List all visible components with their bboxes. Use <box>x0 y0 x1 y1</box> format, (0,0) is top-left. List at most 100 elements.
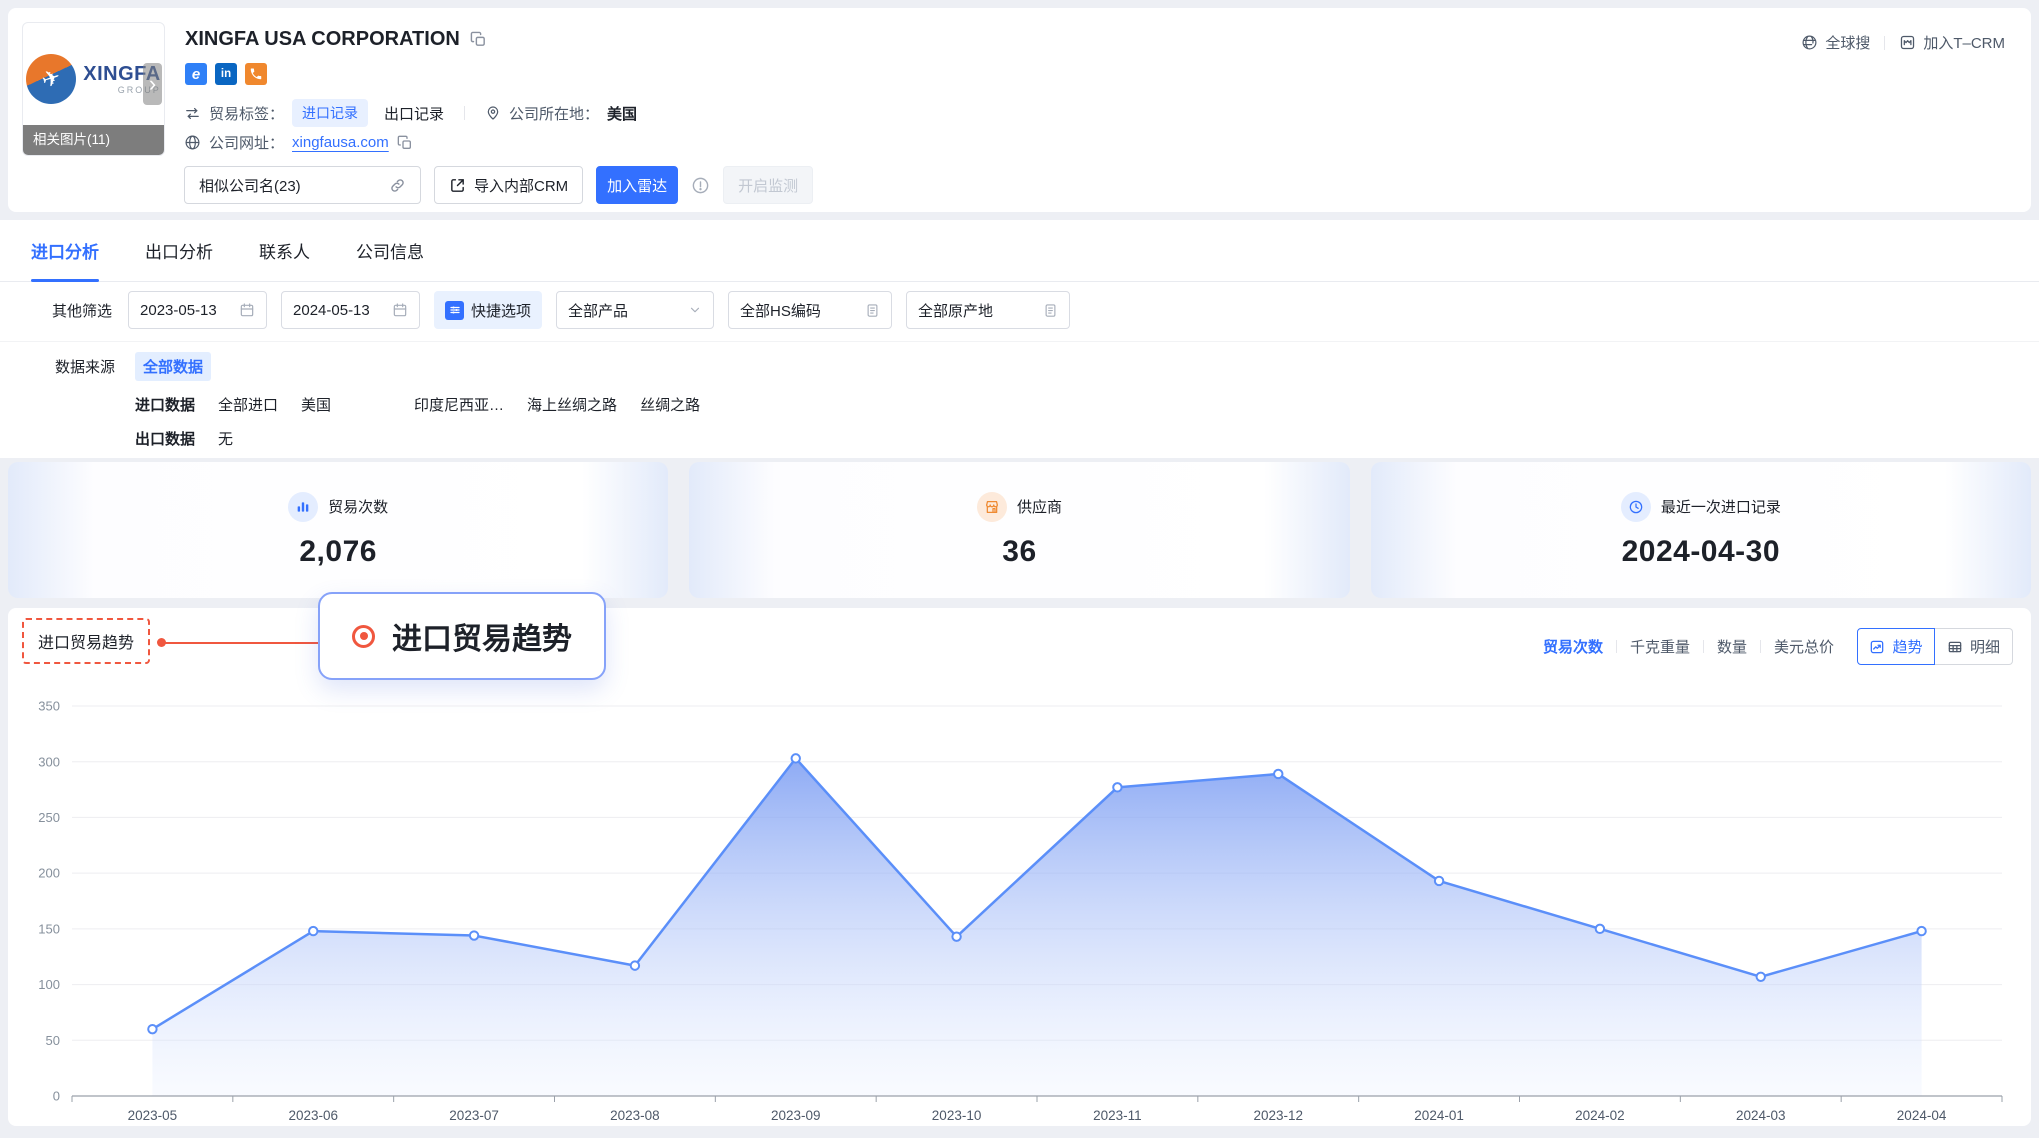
tab-bar: 进口分析 出口分析 联系人 公司信息 <box>0 220 2039 282</box>
tab-contacts[interactable]: 联系人 <box>259 220 310 281</box>
date-from-value: 2023-05-13 <box>140 302 217 319</box>
document-list-icon <box>865 303 880 318</box>
import-source-item[interactable]: 丝绸之路 <box>640 394 700 415</box>
callout-title: 进口贸易趋势 <box>392 614 572 658</box>
similar-companies-label: 相似公司名(23) <box>199 175 301 196</box>
data-source-label: 数据来源 <box>55 356 135 377</box>
trade-tags-label: 贸易标签： <box>209 103 284 124</box>
metric-usd-total[interactable]: 美元总价 <box>1774 636 1834 657</box>
import-source-item[interactable]: 全部进口 <box>218 394 278 415</box>
join-tcrm-button[interactable]: 加入T–CRM <box>1899 32 2005 53</box>
trend-area-chart[interactable]: 0501001502002503003502023-052023-062023-… <box>14 694 2024 1122</box>
phone-icon[interactable] <box>245 63 267 85</box>
stat-last-import-card: 最近一次进口记录 2024-04-30 <box>1371 462 2031 598</box>
start-monitor-label: 开启监测 <box>738 175 798 196</box>
svg-text:350: 350 <box>38 699 60 714</box>
location-label: 公司所在地： <box>509 103 599 124</box>
svg-text:2023-11: 2023-11 <box>1093 1108 1142 1122</box>
import-icon <box>449 177 466 194</box>
tab-company-info[interactable]: 公司信息 <box>356 220 424 281</box>
stat-value: 2024-04-30 <box>1622 535 1780 569</box>
tab-import-analysis[interactable]: 进口分析 <box>31 220 99 281</box>
svg-text:2023-05: 2023-05 <box>128 1108 178 1122</box>
svg-text:2023-08: 2023-08 <box>610 1108 660 1122</box>
trend-callout: 进口贸易趋势 <box>318 592 606 680</box>
filter-row: 其他筛选 2023-05-13 2024-05-13 快捷选项 全部产品 <box>0 291 2039 329</box>
add-radar-button[interactable]: 加入雷达 <box>596 166 678 204</box>
company-name: XINGFA USA CORPORATION <box>185 28 460 51</box>
view-trend-button[interactable]: 趋势 <box>1857 628 1935 665</box>
origin-select[interactable]: 全部原产地 <box>906 291 1070 329</box>
copy-icon[interactable] <box>470 31 487 48</box>
location-value: 美国 <box>607 103 637 124</box>
stat-value: 36 <box>1002 535 1036 569</box>
stat-header: 供应商 <box>977 492 1062 522</box>
clock-icon <box>1621 492 1651 522</box>
hs-code-select[interactable]: 全部HS编码 <box>728 291 892 329</box>
company-title-row: XINGFA USA CORPORATION <box>185 28 487 51</box>
export-source-value: 无 <box>218 428 233 449</box>
trend-title-label: 进口贸易趋势 <box>38 635 134 652</box>
divider <box>0 341 2039 342</box>
metric-kg-weight[interactable]: 千克重量 <box>1630 636 1690 657</box>
quick-options-button[interactable]: 快捷选项 <box>434 291 542 329</box>
svg-text:50: 50 <box>46 1033 60 1048</box>
stat-label: 供应商 <box>1017 496 1062 517</box>
linkedin-icon[interactable]: in <box>215 63 237 85</box>
svg-text:0: 0 <box>53 1089 60 1104</box>
bar-chart-icon <box>288 492 318 522</box>
chevron-down-icon <box>688 303 702 317</box>
svg-text:2023-10: 2023-10 <box>932 1108 982 1122</box>
stat-label: 贸易次数 <box>328 496 388 517</box>
product-select[interactable]: 全部产品 <box>556 291 714 329</box>
import-source-item[interactable]: 印度尼西亚… <box>414 394 504 415</box>
view-toggle-group: 趋势 明细 <box>1857 628 2013 665</box>
date-to-input[interactable]: 2024-05-13 <box>281 291 420 329</box>
svg-text:300: 300 <box>38 754 60 769</box>
svg-text:2023-09: 2023-09 <box>771 1108 821 1122</box>
stat-header: 最近一次进口记录 <box>1621 492 1781 522</box>
header-actions: 相似公司名(23) 导入内部CRM 加入雷达 开启监测 <box>184 166 813 204</box>
globe-search-icon <box>1801 34 1818 51</box>
product-select-value: 全部产品 <box>568 300 628 321</box>
date-from-input[interactable]: 2023-05-13 <box>128 291 267 329</box>
website-link[interactable]: xingfausa.com <box>292 134 389 151</box>
tab-export-analysis[interactable]: 出口分析 <box>145 220 213 281</box>
copy-icon[interactable] <box>397 135 413 151</box>
similar-companies-button[interactable]: 相似公司名(23) <box>184 166 421 204</box>
website-label: 公司网址： <box>209 132 284 153</box>
svg-text:150: 150 <box>38 921 60 936</box>
calendar-icon <box>392 302 408 318</box>
document-list-icon <box>1043 303 1058 318</box>
info-icon[interactable] <box>691 176 710 195</box>
metric-trade-count[interactable]: 贸易次数 <box>1543 636 1603 657</box>
website-row: 公司网址： xingfausa.com <box>184 132 413 153</box>
import-source-item[interactable]: 海上丝绸之路 <box>527 394 617 415</box>
divider <box>1884 36 1885 50</box>
hs-code-value: 全部HS编码 <box>740 300 821 321</box>
svg-text:2024-01: 2024-01 <box>1414 1108 1464 1122</box>
company-header-panel: ✈ XINGFA GROUP › 相关图片(11) XINGFA USA COR… <box>8 8 2031 212</box>
import-source-item[interactable]: 美国 <box>301 394 331 415</box>
export-records-tag[interactable]: 出口记录 <box>384 103 444 124</box>
import-records-tag[interactable]: 进口记录 <box>292 99 368 127</box>
import-data-row: 进口数据 全部进口 美国 印度尼西亚… 海上丝绸之路 丝绸之路 <box>55 394 2039 415</box>
trend-chart-icon <box>1869 639 1885 655</box>
website-icon[interactable]: e <box>185 63 207 85</box>
stats-row: 贸易次数 2,076 供应商 36 最近一次进口记录 2024-04-30 <box>8 462 2031 598</box>
import-crm-button[interactable]: 导入内部CRM <box>434 166 583 204</box>
supplier-store-icon <box>977 492 1007 522</box>
location-pin-icon <box>485 105 501 121</box>
start-monitor-button[interactable]: 开启监测 <box>723 166 813 204</box>
global-search-button[interactable]: 全球搜 <box>1801 32 1870 53</box>
svg-text:200: 200 <box>38 866 60 881</box>
related-images-label[interactable]: 相关图片(11) <box>23 125 164 155</box>
all-data-filter[interactable]: 全部数据 <box>135 352 211 381</box>
import-data-label: 进口数据 <box>135 394 218 415</box>
next-image-chevron[interactable]: › <box>143 63 162 105</box>
company-logo-card[interactable]: ✈ XINGFA GROUP › 相关图片(11) <box>22 22 165 156</box>
view-detail-button[interactable]: 明细 <box>1935 628 2013 665</box>
tab-label: 出口分析 <box>145 238 213 263</box>
metric-quantity[interactable]: 数量 <box>1717 636 1747 657</box>
quick-options-label: 快捷选项 <box>471 300 531 321</box>
